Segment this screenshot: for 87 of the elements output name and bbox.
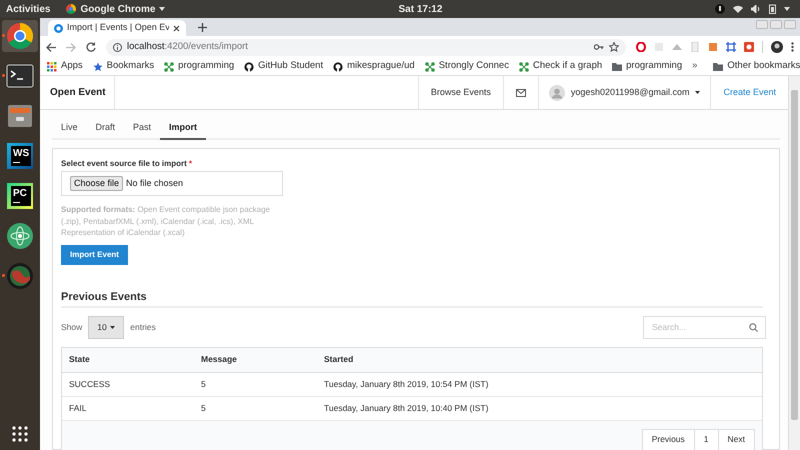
graph-icon <box>424 62 435 72</box>
folder-icon <box>713 62 724 72</box>
ide-icon[interactable]: PC <box>7 183 33 209</box>
graph-icon <box>164 62 174 72</box>
avatar-icon <box>548 84 565 100</box>
menu-icon[interactable] <box>791 42 794 52</box>
help-text: Supported formats: Open Event compatible json package (.zip), PentabarfXML (.xml), iCalendar (.ical, .ics), XML Representation of iCalendar (.xcal) <box>61 204 271 238</box>
app-menu[interactable]: Google Chrome <box>80 2 156 16</box>
github-icon <box>333 62 344 72</box>
required-mark: * <box>188 158 192 170</box>
site-icon <box>54 24 63 32</box>
browse-link[interactable]: Browse Events <box>418 76 503 109</box>
files-icon[interactable] <box>6 102 34 130</box>
battery-icon[interactable] <box>769 4 776 14</box>
bookmark[interactable]: Check if a graph <box>518 59 602 74</box>
apps-icon <box>47 62 57 72</box>
column-header: Started <box>323 353 354 366</box>
page-button[interactable]: Previous <box>642 430 694 450</box>
scrollbar[interactable] <box>788 76 800 450</box>
bookmark[interactable]: Strongly Connec <box>424 59 509 74</box>
page-button[interactable]: Next <box>718 430 754 450</box>
show-label: Show <box>61 320 82 334</box>
brand-link[interactable]: Open Event <box>40 76 115 109</box>
reload-icon[interactable] <box>86 42 96 52</box>
new-tab-icon[interactable] <box>198 23 207 32</box>
bookmark[interactable]: programming <box>164 59 234 74</box>
clock[interactable]: Sat 17:12 <box>398 2 442 16</box>
column-header: State <box>68 353 91 366</box>
extension-icon[interactable] <box>726 42 736 52</box>
table-cell-text: 5 <box>200 402 207 414</box>
table-cell-text: FAIL <box>68 402 88 414</box>
page-button[interactable]: 1 <box>694 430 718 450</box>
entries-label: entries <box>130 320 156 334</box>
caret-icon <box>695 91 700 94</box>
table-cell-text: Tuesday, January 8th 2019, 10:40 PM (IST) <box>323 402 490 414</box>
caret-icon[interactable] <box>159 7 166 11</box>
folder-icon <box>612 62 622 72</box>
activities-button[interactable]: Activities <box>6 2 50 16</box>
running-indicator <box>2 74 5 77</box>
bookmark[interactable]: GitHub Student <box>244 59 324 74</box>
graph-icon <box>518 62 529 72</box>
tab[interactable]: Import <box>160 118 206 140</box>
import-event-button[interactable]: Import Event <box>61 244 128 264</box>
app-grid-icon[interactable] <box>12 426 28 442</box>
bookmark[interactable]: programming <box>612 59 682 74</box>
field-label: Select event source file to import <box>61 158 187 170</box>
chrome-icon[interactable] <box>6 22 34 50</box>
bookmark[interactable]: Bookmarks <box>92 59 154 74</box>
search-icon <box>749 322 758 332</box>
table-cell-text: SUCCESS <box>68 378 112 390</box>
tab[interactable]: Past <box>124 118 160 140</box>
chrome-icon <box>66 4 76 14</box>
running-indicator <box>2 34 5 37</box>
star-icon <box>92 62 103 72</box>
page-size-select[interactable]: 10 <box>88 316 124 338</box>
wifi-icon[interactable] <box>733 5 743 13</box>
caret-icon[interactable] <box>784 7 790 11</box>
overflow-button[interactable]: » <box>692 59 698 74</box>
file-input[interactable]: Choose file No file chosen <box>61 171 283 196</box>
user-menu[interactable]: yogesh02011998@gmail.com <box>538 76 710 109</box>
section-heading: Previous Events <box>61 290 763 308</box>
mail-icon[interactable] <box>516 88 526 96</box>
table-cell-text: Tuesday, January 8th 2019, 10:54 PM (IST) <box>323 378 490 390</box>
globe-icon[interactable] <box>6 262 34 290</box>
running-indicator <box>2 274 5 277</box>
star-icon[interactable] <box>609 42 619 52</box>
ide-icon[interactable]: WS <box>7 143 33 169</box>
back-icon[interactable] <box>46 42 56 52</box>
caret-icon <box>110 326 116 328</box>
bookmark[interactable]: mikesprague/ud <box>333 59 415 74</box>
column-header: Message <box>200 353 238 366</box>
bookmark[interactable]: Other bookmarks <box>713 59 800 74</box>
tab[interactable]: Live <box>52 118 87 140</box>
tab[interactable]: Draft <box>86 118 124 140</box>
bookmark[interactable]: Apps <box>47 59 83 74</box>
key-icon[interactable] <box>594 44 604 50</box>
table-cell-text: 5 <box>200 378 207 390</box>
tray-icon[interactable] <box>715 4 725 14</box>
terminal-icon[interactable] <box>6 62 34 90</box>
search-field[interactable]: Search... <box>643 316 766 338</box>
atom-icon[interactable] <box>6 222 34 250</box>
info-icon <box>113 42 122 52</box>
extension-icon[interactable] <box>744 42 754 52</box>
address-bar[interactable]: localhost:4200/events/import <box>106 38 626 56</box>
volume-icon[interactable] <box>751 5 761 13</box>
profile-icon[interactable] <box>771 41 783 53</box>
github-icon <box>244 62 254 72</box>
